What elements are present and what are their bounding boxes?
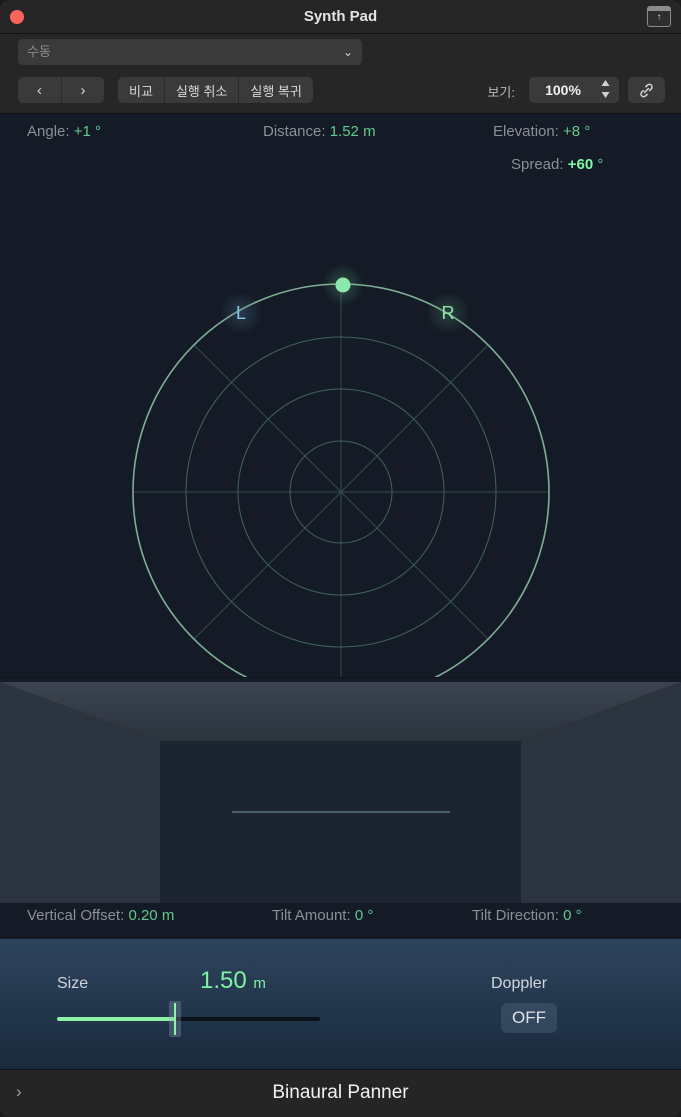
vertical-offset-readout[interactable]: Vertical Offset: 0.20 m — [27, 907, 174, 924]
tilt-direction-label: Tilt Direction: — [472, 907, 559, 924]
vertical-offset-value: 0.20 — [128, 907, 158, 924]
plugin-footer: › Binaural Panner — [0, 1069, 681, 1117]
size-value-number: 1.50 — [200, 967, 247, 994]
plugin-window: Synth Pad ↑ 수동 ⌄ ‹ › 비교 실행 취소 실행 복귀 보기: … — [0, 0, 681, 1117]
compare-button[interactable]: 비교 — [118, 77, 164, 103]
tilt-direction-value: 0 — [563, 907, 572, 924]
plugin-toolbar: 수동 ⌄ ‹ › 비교 실행 취소 실행 복귀 보기: 100% — [0, 34, 681, 114]
source-dot-core — [335, 277, 351, 293]
room-elevation-view[interactable]: Vertical Offset: 0.20 m Tilt Amount: 0 °… — [0, 677, 681, 939]
zoom-stepper[interactable]: 100% — [529, 77, 619, 103]
edit-actions-group: 비교 실행 취소 실행 복귀 — [118, 77, 313, 103]
left-speaker-label: L — [235, 302, 246, 323]
detach-icon-bar — [648, 7, 670, 11]
previous-preset-button[interactable]: ‹ — [18, 77, 61, 103]
polar-grid[interactable] — [0, 114, 681, 677]
room-parameter-row: Vertical Offset: 0.20 m Tilt Amount: 0 °… — [0, 907, 681, 929]
tilt-amount-value: 0 — [354, 907, 364, 924]
plugin-name: Binaural Panner — [272, 1082, 409, 1103]
view-label: 보기: — [487, 85, 515, 100]
left-speaker-marker[interactable]: L — [220, 292, 262, 334]
next-preset-button[interactable]: › — [61, 77, 104, 103]
vertical-offset-unit: m — [161, 907, 175, 924]
bottom-controls: Size 1.50 m Doppler OFF — [0, 939, 681, 1069]
panner-display[interactable]: Angle: +1 ° Distance: 1.52 m Elevation: … — [0, 114, 681, 765]
stepper-arrows-icon[interactable] — [600, 79, 611, 102]
size-label: Size — [57, 975, 89, 992]
source-position-handle[interactable] — [321, 263, 365, 307]
tilt-amount-label: Tilt Amount: — [272, 907, 351, 924]
size-value-readout[interactable]: 1.50 m — [200, 967, 360, 995]
chevron-down-icon: ⌄ — [342, 45, 353, 59]
preset-dropdown[interactable]: 수동 ⌄ — [18, 39, 362, 65]
room-perspective[interactable] — [0, 678, 681, 903]
size-slider-track[interactable] — [57, 1017, 320, 1021]
doppler-label: Doppler — [491, 975, 548, 992]
undo-button[interactable]: 실행 취소 — [163, 77, 238, 103]
right-speaker-marker[interactable]: R — [427, 292, 469, 334]
link-icon[interactable] — [628, 77, 665, 103]
window-title: Synth Pad — [303, 8, 378, 25]
size-slider-fill — [57, 1017, 175, 1021]
tilt-direction-readout[interactable]: Tilt Direction: 0 ° — [472, 907, 582, 924]
open-in-window-icon[interactable]: ↑ — [647, 6, 671, 27]
tilt-amount-readout[interactable]: Tilt Amount: 0 ° — [272, 907, 373, 924]
zoom-value: 100% — [545, 82, 581, 98]
right-speaker-label: R — [441, 302, 455, 323]
preset-value: 수동 — [27, 44, 51, 59]
size-handle-pin — [174, 1003, 176, 1035]
tilt-direction-unit: ° — [575, 907, 582, 924]
preset-nav-group: ‹ › — [18, 77, 104, 103]
size-value-unit: m — [253, 975, 266, 992]
size-slider-handle[interactable] — [169, 1001, 181, 1037]
detach-icon-arrow: ↑ — [656, 12, 662, 23]
window-titlebar: Synth Pad ↑ — [0, 0, 681, 34]
tilt-amount-unit: ° — [367, 907, 374, 924]
vertical-offset-label: Vertical Offset: — [27, 907, 125, 924]
doppler-toggle-button[interactable]: OFF — [501, 1003, 557, 1033]
redo-button[interactable]: 실행 복귀 — [238, 77, 312, 103]
